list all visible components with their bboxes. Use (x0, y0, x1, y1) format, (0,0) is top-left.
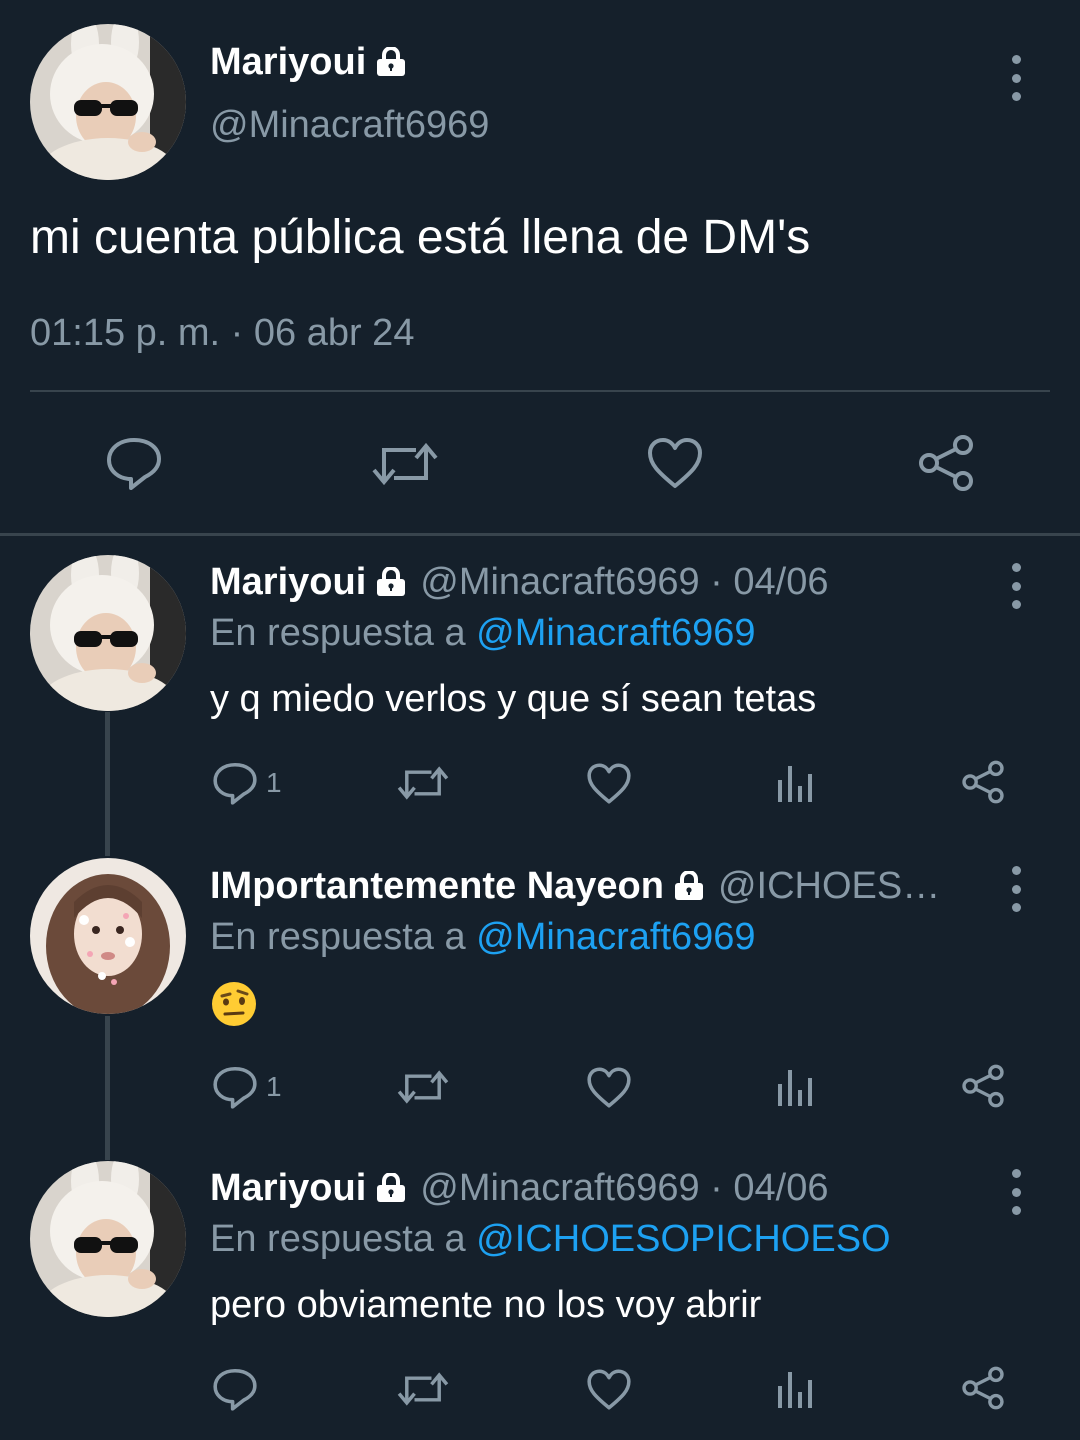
reply-prefix: En respuesta a (210, 1218, 466, 1260)
avatar[interactable] (30, 24, 186, 180)
reply-icon (213, 762, 257, 805)
more-icon[interactable] (1010, 1169, 1022, 1215)
display-name[interactable]: Mariyoui (210, 1167, 366, 1210)
display-name[interactable]: Mariyoui (210, 561, 366, 604)
like-icon (587, 763, 631, 804)
analytics-button[interactable] (776, 1066, 816, 1108)
analytics-icon (778, 1372, 812, 1408)
reply-count: 1 (266, 767, 282, 798)
reply-icon (213, 1066, 257, 1109)
reply-context: En respuesta a @ICHOESOPICHOESO (210, 1218, 891, 1261)
timestamp: 01:15 p. m. · 06 abr 24 (30, 312, 415, 354)
analytics-button[interactable] (776, 762, 816, 804)
share-button[interactable] (960, 1064, 1006, 1108)
retweet-icon (397, 1070, 449, 1104)
analytics-icon (778, 766, 812, 802)
handle-and-date: @Minacraft6969 · 04/06 (420, 560, 829, 603)
like-icon (587, 1067, 631, 1108)
mention-link[interactable]: @Minacraft6969 (476, 612, 755, 654)
analytics-button[interactable] (776, 1368, 816, 1410)
avatar[interactable] (30, 1161, 186, 1317)
reply-button[interactable] (105, 435, 163, 491)
author-name-row: IMportantemente Nayeon @ICHOES… (210, 864, 970, 908)
tweet-emoji: 🤨 (210, 980, 258, 1038)
share-icon (962, 760, 1004, 804)
like-button[interactable] (586, 762, 632, 805)
tweet-text: pero obviamente no los voy abrir (210, 1284, 762, 1326)
reply-icon (107, 438, 161, 490)
lock-icon (374, 567, 408, 597)
like-button[interactable] (586, 1066, 632, 1109)
tweet-text: mi cuenta pública está llena de DM's (30, 211, 811, 264)
reply-button[interactable]: 1 (212, 1064, 282, 1110)
reply-button[interactable] (212, 1366, 258, 1412)
retweet-button[interactable] (396, 1370, 450, 1408)
share-icon (962, 1064, 1004, 1108)
author-name-row: Mariyoui (210, 40, 408, 84)
retweet-button[interactable] (396, 1068, 450, 1106)
display-name[interactable]: Mariyoui (210, 41, 366, 84)
retweet-button[interactable] (396, 764, 450, 802)
avatar-photo (30, 858, 186, 1014)
handle-and-date: @Minacraft6969 · 04/06 (420, 1166, 829, 1209)
more-icon[interactable] (1010, 866, 1022, 912)
author-name-row: Mariyoui @Minacraft6969 · 04/06 (210, 1166, 990, 1210)
divider (30, 390, 1050, 392)
reply-context: En respuesta a @Minacraft6969 (210, 612, 756, 655)
retweet-button[interactable] (370, 440, 440, 488)
like-icon (587, 1369, 631, 1410)
retweet-icon (397, 766, 449, 800)
mention-link[interactable]: @Minacraft6969 (476, 916, 755, 958)
avatar-photo (30, 24, 186, 180)
handle-and-date: @ICHOES… (717, 864, 941, 907)
share-button[interactable] (960, 1366, 1006, 1410)
reply-count: 1 (266, 1071, 282, 1102)
analytics-icon (778, 1070, 812, 1106)
avatar-photo (30, 1161, 186, 1317)
section-divider (0, 533, 1080, 536)
tweet-text: y q miedo verlos y que sí sean tetas (210, 678, 817, 720)
reply-button[interactable]: 1 (212, 760, 282, 806)
like-icon (648, 438, 702, 488)
avatar[interactable] (30, 858, 186, 1014)
share-icon (962, 1366, 1004, 1410)
share-button[interactable] (916, 434, 976, 492)
retweet-icon (397, 1372, 449, 1406)
thread-line (105, 1016, 110, 1160)
retweet-icon (372, 442, 438, 486)
more-icon[interactable] (1010, 563, 1022, 609)
like-button[interactable] (586, 1368, 632, 1411)
like-button[interactable] (646, 436, 704, 490)
reply-prefix: En respuesta a (210, 612, 466, 654)
mention-link[interactable]: @ICHOESOPICHOESO (476, 1218, 890, 1260)
handle[interactable]: @Minacraft6969 (210, 104, 489, 147)
lock-icon (374, 47, 408, 77)
share-button[interactable] (960, 760, 1006, 804)
raised-eyebrow-emoji-icon (212, 982, 256, 1026)
lock-icon (374, 1173, 408, 1203)
more-icon[interactable] (1010, 55, 1022, 101)
reply-context: En respuesta a @Minacraft6969 (210, 916, 756, 959)
reply-prefix: En respuesta a (210, 916, 466, 958)
share-icon (919, 435, 973, 491)
author-name-row: Mariyoui @Minacraft6969 · 04/06 (210, 560, 990, 604)
thread-line (105, 712, 110, 856)
lock-icon (672, 871, 706, 901)
avatar-photo (30, 555, 186, 711)
display-name[interactable]: IMportantemente Nayeon (210, 865, 664, 908)
avatar[interactable] (30, 555, 186, 711)
reply-icon (213, 1368, 257, 1411)
